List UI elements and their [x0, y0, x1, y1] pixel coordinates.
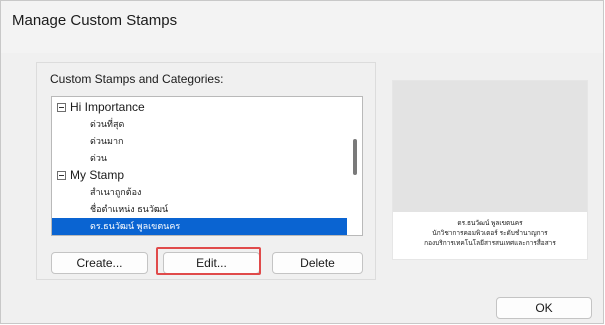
tree-item-label: Dynamic: [70, 235, 117, 236]
tree-category[interactable]: Dynamic: [52, 235, 348, 236]
stamp-preview-text: ดร.ธนวัฒน์ พูลเขตนคร นักวิชาการคอมพิวเตอ…: [393, 219, 587, 249]
tree-stamp-item[interactable]: ดร.ธนวัฒน์ พูลเขตนคร: [52, 218, 348, 235]
tree-item-label: ด่วนมาก: [90, 136, 124, 146]
preview-line-name: ดร.ธนวัฒน์ พูลเขตนคร: [457, 220, 523, 227]
tree-item-label: My Stamp: [70, 168, 125, 182]
edit-button-highlight: [156, 247, 261, 275]
preview-line-department: กองบริการเทคโนโลยีสารสนเทศและการสื่อสาร: [424, 240, 556, 247]
tree-item-label: ชื่อตำแหน่ง ธนวัฒน์: [90, 204, 169, 214]
tree-stamp-item[interactable]: สำเนาถูกต้อง: [52, 184, 348, 201]
title-bar: Manage Custom Stamps: [1, 1, 603, 53]
tree-category[interactable]: My Stamp: [52, 167, 348, 184]
tree-item-label: ด่วน: [90, 153, 108, 163]
collapse-toggle-icon[interactable]: [57, 103, 66, 112]
manage-custom-stamps-dialog: Manage Custom Stamps Custom Stamps and C…: [0, 0, 604, 324]
dialog-title: Manage Custom Stamps: [12, 12, 178, 29]
tree-scrollbar[interactable]: [347, 97, 362, 235]
tree-item-label: ด่วนที่สุด: [90, 119, 125, 129]
stamp-preview-image: [393, 81, 587, 212]
group-label: Custom Stamps and Categories:: [50, 72, 224, 86]
tree-item-label: Hi Importance: [70, 100, 145, 114]
tree-item-label: ดร.ธนวัฒน์ พูลเขตนคร: [90, 221, 181, 231]
delete-button[interactable]: Delete: [272, 252, 363, 274]
tree-items: Hi Importance ด่วนที่สุดด่วนมากด่วน My Sta…: [52, 97, 348, 236]
ok-button[interactable]: OK: [496, 297, 592, 319]
tree-stamp-item[interactable]: ด่วนมาก: [52, 133, 348, 150]
stamp-preview: ดร.ธนวัฒน์ พูลเขตนคร นักวิชาการคอมพิวเตอ…: [392, 80, 588, 260]
tree-stamp-item[interactable]: ด่วน: [52, 150, 348, 167]
tree-stamp-item[interactable]: ชื่อตำแหน่ง ธนวัฒน์: [52, 201, 348, 218]
tree-item-label: สำเนาถูกต้อง: [90, 187, 142, 197]
preview-line-position: นักวิชาการคอมพิวเตอร์ ระดับชำนาญการ: [432, 230, 548, 237]
tree-category[interactable]: Hi Importance: [52, 99, 348, 116]
tree-stamp-item[interactable]: ด่วนที่สุด: [52, 116, 348, 133]
collapse-toggle-icon[interactable]: [57, 171, 66, 180]
scrollbar-thumb[interactable]: [353, 139, 357, 175]
create-button[interactable]: Create...: [51, 252, 148, 274]
stamp-category-tree[interactable]: Hi Importance ด่วนที่สุดด่วนมากด่วน My Sta…: [51, 96, 363, 236]
